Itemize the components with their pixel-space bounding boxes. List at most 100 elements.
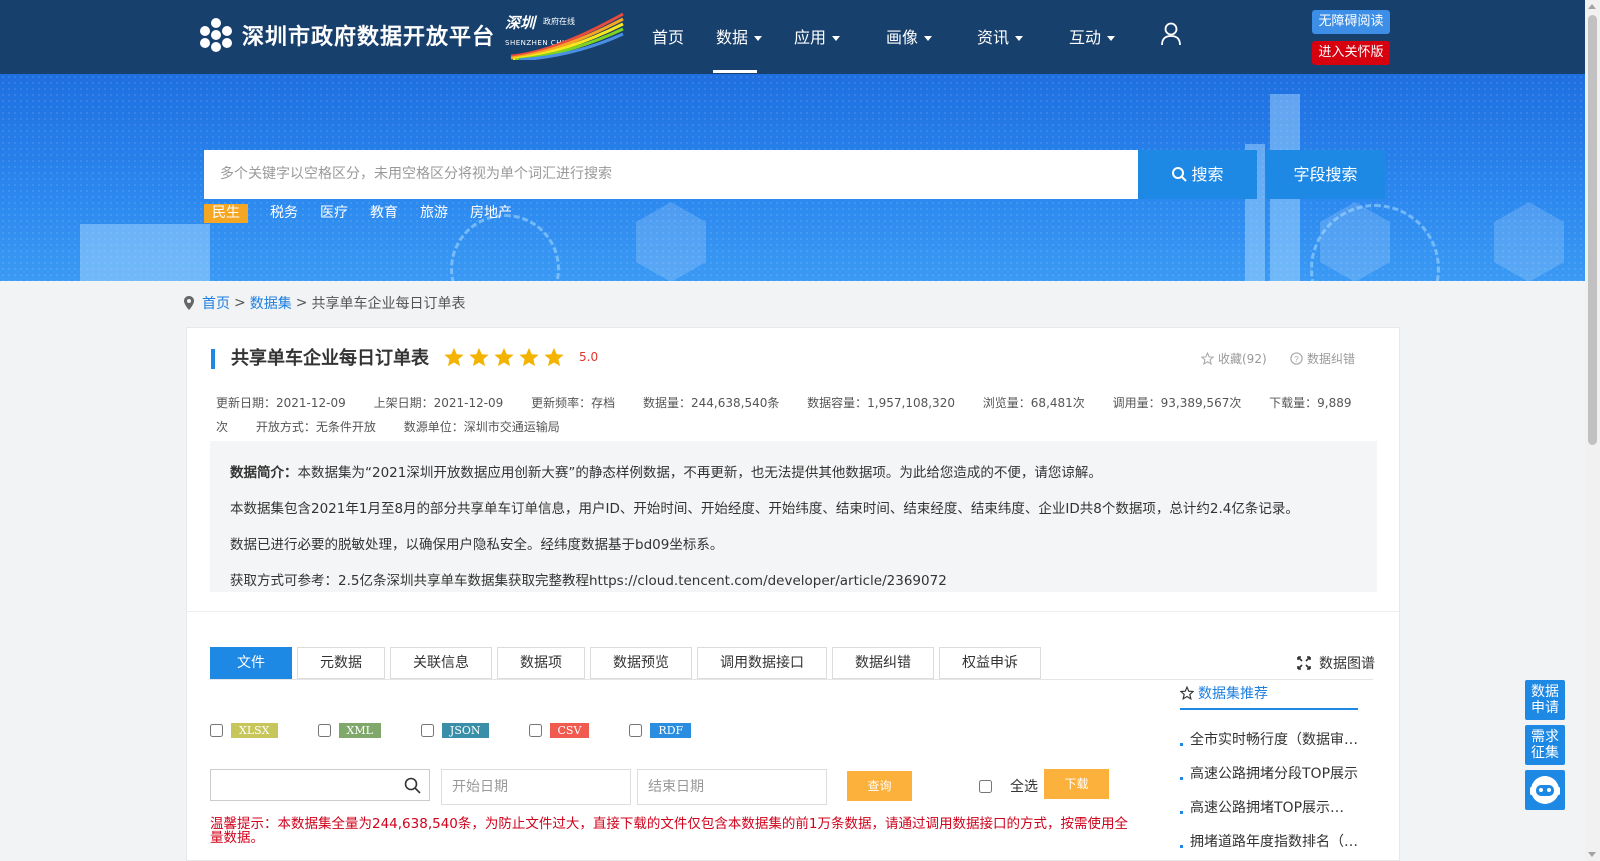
accessibility-button[interactable]: 无障碍阅读 (1312, 10, 1390, 34)
scrollbar-thumb[interactable] (1588, 15, 1597, 445)
search-button[interactable]: 搜索 (1138, 150, 1257, 199)
breadcrumb-current: 共享单车企业每日订单表 (311, 296, 466, 312)
tab-preview[interactable]: 数据预览 (590, 647, 692, 679)
recommend-header: 数据集推荐 (1180, 678, 1358, 710)
search-icon[interactable] (404, 777, 421, 794)
recommend-item[interactable]: 全市实时畅行度（数据审核） (1180, 723, 1358, 757)
tab-api[interactable]: 调用数据接口 (697, 647, 827, 679)
search-icon (1172, 167, 1188, 182)
hot-tags: 民生 税务 医疗 教育 旅游 房地产 (204, 204, 534, 223)
format-badge: JSON (441, 723, 489, 738)
robot-icon (1530, 776, 1560, 804)
intro-line: 本数据集包含2021年1月至8月的部分共享单车订单信息，用户ID、开始时间、开始… (230, 501, 1299, 517)
intro-label: 数据简介： (230, 465, 298, 481)
svg-text:?: ? (1294, 354, 1299, 364)
top-navigation: 深圳市政府数据开放平台 深圳 政府在线 SHENZHEN CHINA 首页 数据… (0, 0, 1585, 74)
location-pin-icon (184, 296, 194, 310)
page-scrollbar[interactable] (1585, 0, 1600, 861)
format-checkbox[interactable] (317, 724, 331, 737)
format-xlsx[interactable]: XLSX (210, 723, 278, 738)
tab-metadata[interactable]: 元数据 (297, 647, 385, 679)
dataset-intro: 数据简介：本数据集为“2021深圳开放数据应用创新大赛”的静态样例数据，不再更新… (210, 441, 1377, 592)
star-icon (494, 347, 514, 367)
field-search-button[interactable]: 字段搜索 (1266, 150, 1385, 199)
nav-profile[interactable]: 画像 (886, 24, 933, 48)
chatbot-button[interactable] (1525, 770, 1565, 810)
hot-tag[interactable]: 民生 (204, 204, 248, 223)
nav-interact[interactable]: 互动 (1069, 24, 1116, 48)
tab-related[interactable]: 关联信息 (390, 647, 492, 679)
query-button[interactable]: 查询 (847, 771, 912, 801)
select-all-checkbox[interactable] (979, 779, 992, 793)
hot-tag[interactable]: 税务 (270, 204, 298, 223)
decor-hexagon (1494, 202, 1564, 281)
nav-active-indicator (713, 70, 757, 73)
star-outline-icon (1201, 352, 1214, 365)
data-apply-button[interactable]: 数据申请 (1525, 680, 1565, 720)
section-divider (187, 611, 1399, 612)
site-logo[interactable]: 深圳市政府数据开放平台 (200, 18, 495, 52)
shenzhen-china-logo: 深圳 政府在线 SHENZHEN CHINA (505, 12, 627, 60)
format-csv[interactable]: CSV (528, 723, 590, 738)
scroll-up-icon[interactable] (1588, 4, 1596, 9)
end-date-input[interactable]: 结束日期 (637, 769, 827, 805)
recommend-item[interactable]: 拥堵道路年度指数排名（数据） (1180, 825, 1358, 859)
star-icon (444, 347, 464, 367)
site-title: 深圳市政府数据开放平台 (242, 25, 496, 50)
format-badge: RDF (650, 723, 692, 738)
breadcrumb-datasets[interactable]: 数据集 (250, 293, 292, 313)
format-checkbox[interactable] (629, 724, 643, 737)
chevron-down-icon (1107, 36, 1116, 41)
search-input[interactable]: 多个关键字以空格区分，未用空格区分将视为单个词汇进行搜索 (204, 150, 1138, 199)
care-mode-button[interactable]: 进入关怀版 (1312, 41, 1390, 65)
hot-tag[interactable]: 房地产 (470, 204, 512, 223)
nav-home[interactable]: 首页 (652, 24, 684, 48)
logo-mark-icon (200, 18, 232, 52)
intro-line: 数据已进行必要的脱敏处理，以确保用户隐私安全。经纬度数据基于bd09坐标系。 (230, 537, 724, 553)
nav-apps[interactable]: 应用 (794, 24, 841, 48)
hot-tag[interactable]: 教育 (370, 204, 398, 223)
user-icon[interactable] (1160, 22, 1182, 46)
download-warning: 温馨提示：本数据集全量为244,638,540条，为防止文件过大，直接下载的文件… (210, 816, 1128, 846)
star-icon (469, 347, 489, 367)
hot-tag[interactable]: 旅游 (420, 204, 448, 223)
data-graph-link[interactable]: 数据图谱 (1297, 653, 1375, 673)
format-badge: CSV (549, 723, 590, 738)
file-search-input[interactable] (210, 769, 430, 801)
decor-building (80, 224, 210, 281)
start-date-input[interactable]: 开始日期 (441, 769, 631, 805)
report-error-button[interactable]: ? 数据纠错 (1290, 350, 1355, 367)
chevron-down-icon (832, 36, 841, 41)
breadcrumb-home[interactable]: 首页 (202, 293, 230, 313)
format-json[interactable]: JSON (420, 723, 489, 738)
decor-hexagon (636, 202, 706, 281)
download-button[interactable]: 下载 (1044, 769, 1109, 799)
intro-line: 本数据集为“2021深圳开放数据应用创新大赛”的静态样例数据，不再更新，也无法提… (297, 465, 1102, 481)
tab-correction[interactable]: 数据纠错 (832, 647, 934, 679)
tab-files[interactable]: 文件 (210, 647, 292, 679)
meta-publish-date: 上架日期：2021-12-09 (373, 396, 504, 410)
decor-ring (1310, 204, 1440, 281)
expand-arrows-icon (1297, 656, 1311, 670)
hot-tag[interactable]: 医疗 (320, 204, 348, 223)
demand-collect-button[interactable]: 需求征集 (1525, 725, 1565, 765)
format-badge: XLSX (231, 723, 278, 738)
format-checkbox[interactable] (210, 724, 223, 737)
chevron-down-icon (1015, 36, 1024, 41)
nav-data[interactable]: 数据 (716, 24, 763, 48)
tab-appeal[interactable]: 权益申诉 (939, 647, 1041, 679)
format-checkbox[interactable] (528, 724, 542, 737)
format-rdf[interactable]: RDF (629, 723, 692, 738)
nav-news[interactable]: 资讯 (977, 24, 1024, 48)
format-checkbox[interactable] (420, 724, 434, 737)
rating-stars (443, 346, 568, 368)
dataset-card: 共享单车企业每日订单表 5.0 收藏(92) ? 数据纠错 更新日期：2021-… (186, 327, 1400, 861)
title-accent-bar (211, 349, 215, 369)
recommend-item[interactable]: 高速公路拥堵TOP展示（数据） (1180, 791, 1358, 825)
scroll-down-icon[interactable] (1588, 852, 1596, 857)
favorite-button[interactable]: 收藏(92) (1201, 350, 1267, 367)
tab-fields[interactable]: 数据项 (497, 647, 585, 679)
recommend-item[interactable]: 高速公路拥堵分段TOP展示 (1180, 757, 1358, 791)
format-xml[interactable]: XML (317, 723, 381, 738)
select-all[interactable]: 全选 (979, 776, 1038, 796)
